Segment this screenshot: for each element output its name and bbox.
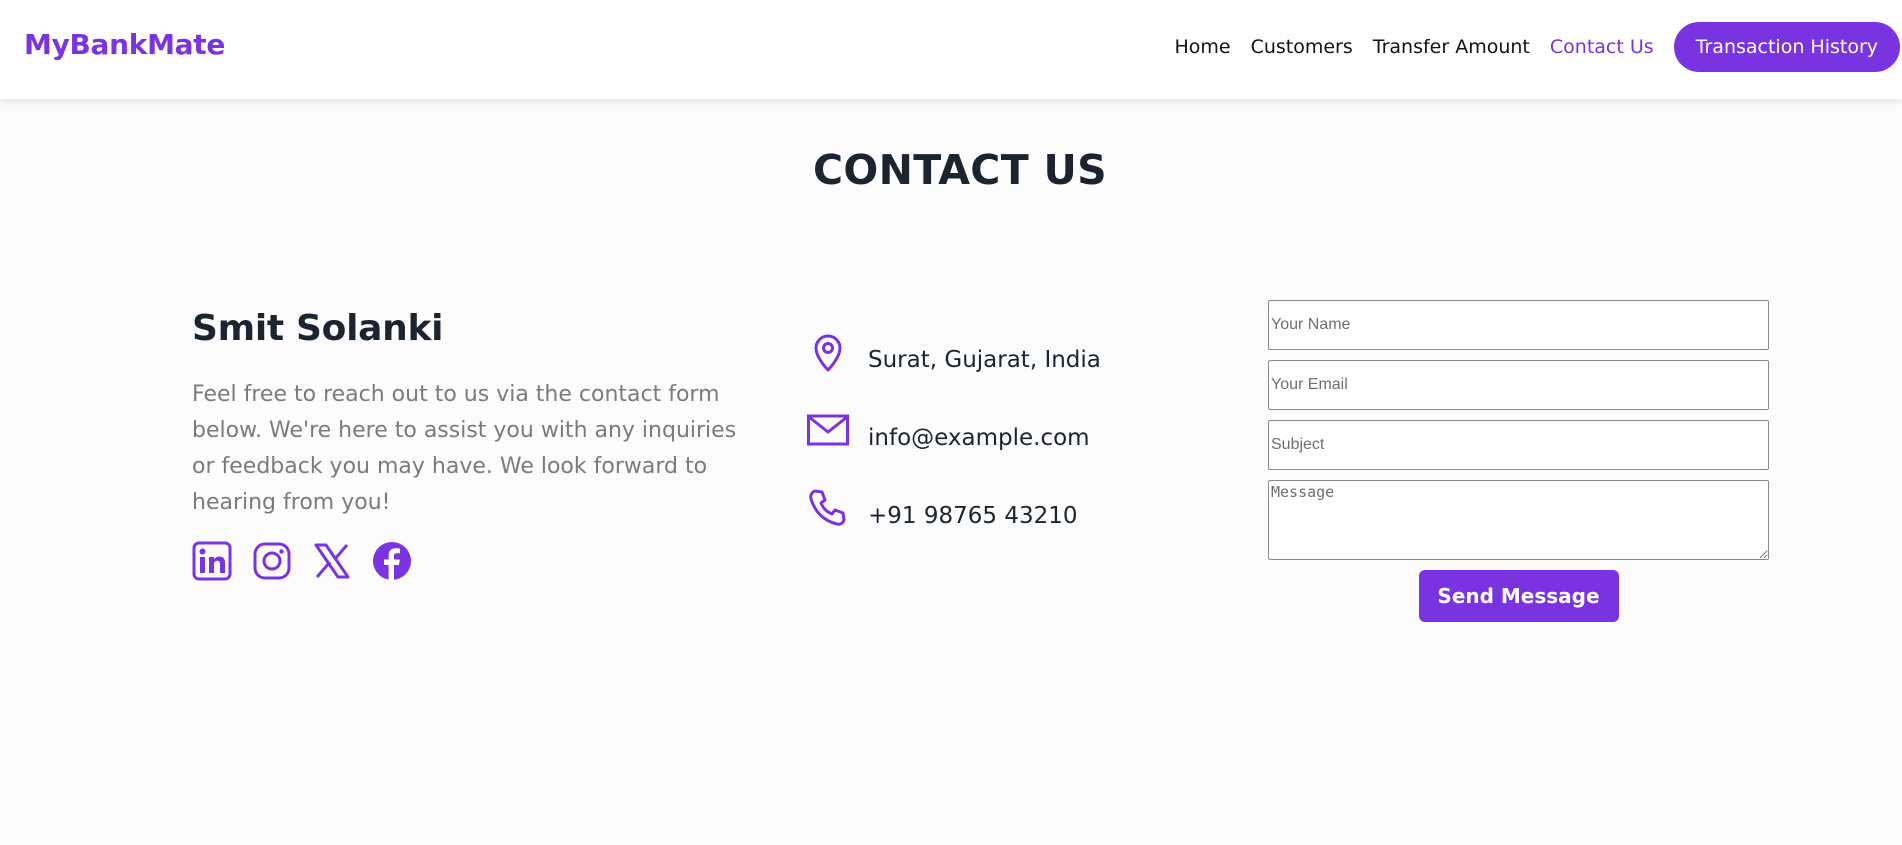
linkedin-icon[interactable] xyxy=(192,541,232,581)
nav-transfer-amount-link[interactable]: Transfer Amount xyxy=(1373,36,1530,58)
brand-logo[interactable]: MyBankMate xyxy=(24,28,225,61)
social-links xyxy=(192,541,752,581)
nav-home-link[interactable]: Home xyxy=(1174,36,1230,58)
send-message-button[interactable]: Send Message xyxy=(1418,570,1619,622)
location-row: Surat, Gujarat, India xyxy=(806,330,1101,408)
phone-row: +91 98765 43210 xyxy=(806,486,1078,564)
contact-info: Surat, Gujarat, India info@example.com +… xyxy=(806,330,1101,564)
email-input[interactable] xyxy=(1268,360,1769,410)
email-text[interactable]: info@example.com xyxy=(868,425,1090,451)
transaction-history-button[interactable]: Transaction History xyxy=(1673,22,1900,72)
instagram-icon[interactable] xyxy=(252,541,292,581)
profile-section: Smit Solanki Feel free to reach out to u… xyxy=(192,308,752,581)
subject-input[interactable] xyxy=(1268,420,1769,470)
phone-icon xyxy=(806,486,850,530)
top-navbar: MyBankMate Home Customers Transfer Amoun… xyxy=(0,0,1902,99)
facebook-icon[interactable] xyxy=(372,541,412,581)
profile-about-text: Feel free to reach out to us via the con… xyxy=(192,382,737,515)
page-title: CONTACT US xyxy=(813,146,1107,194)
nav-links: Home Customers Transfer Amount Contact U… xyxy=(1174,22,1902,72)
nav-customers-link[interactable]: Customers xyxy=(1251,36,1353,58)
contact-form: Send Message xyxy=(1268,300,1769,622)
x-twitter-icon[interactable] xyxy=(312,541,352,581)
name-input[interactable] xyxy=(1268,300,1769,350)
email-row: info@example.com xyxy=(806,408,1090,486)
mail-icon xyxy=(806,408,850,452)
phone-text[interactable]: +91 98765 43210 xyxy=(868,503,1078,529)
location-text: Surat, Gujarat, India xyxy=(868,347,1101,373)
location-pin-icon xyxy=(806,330,850,374)
message-textarea[interactable] xyxy=(1268,480,1769,560)
nav-contact-us-link[interactable]: Contact Us xyxy=(1550,36,1654,58)
profile-name: Smit Solanki xyxy=(192,308,444,349)
